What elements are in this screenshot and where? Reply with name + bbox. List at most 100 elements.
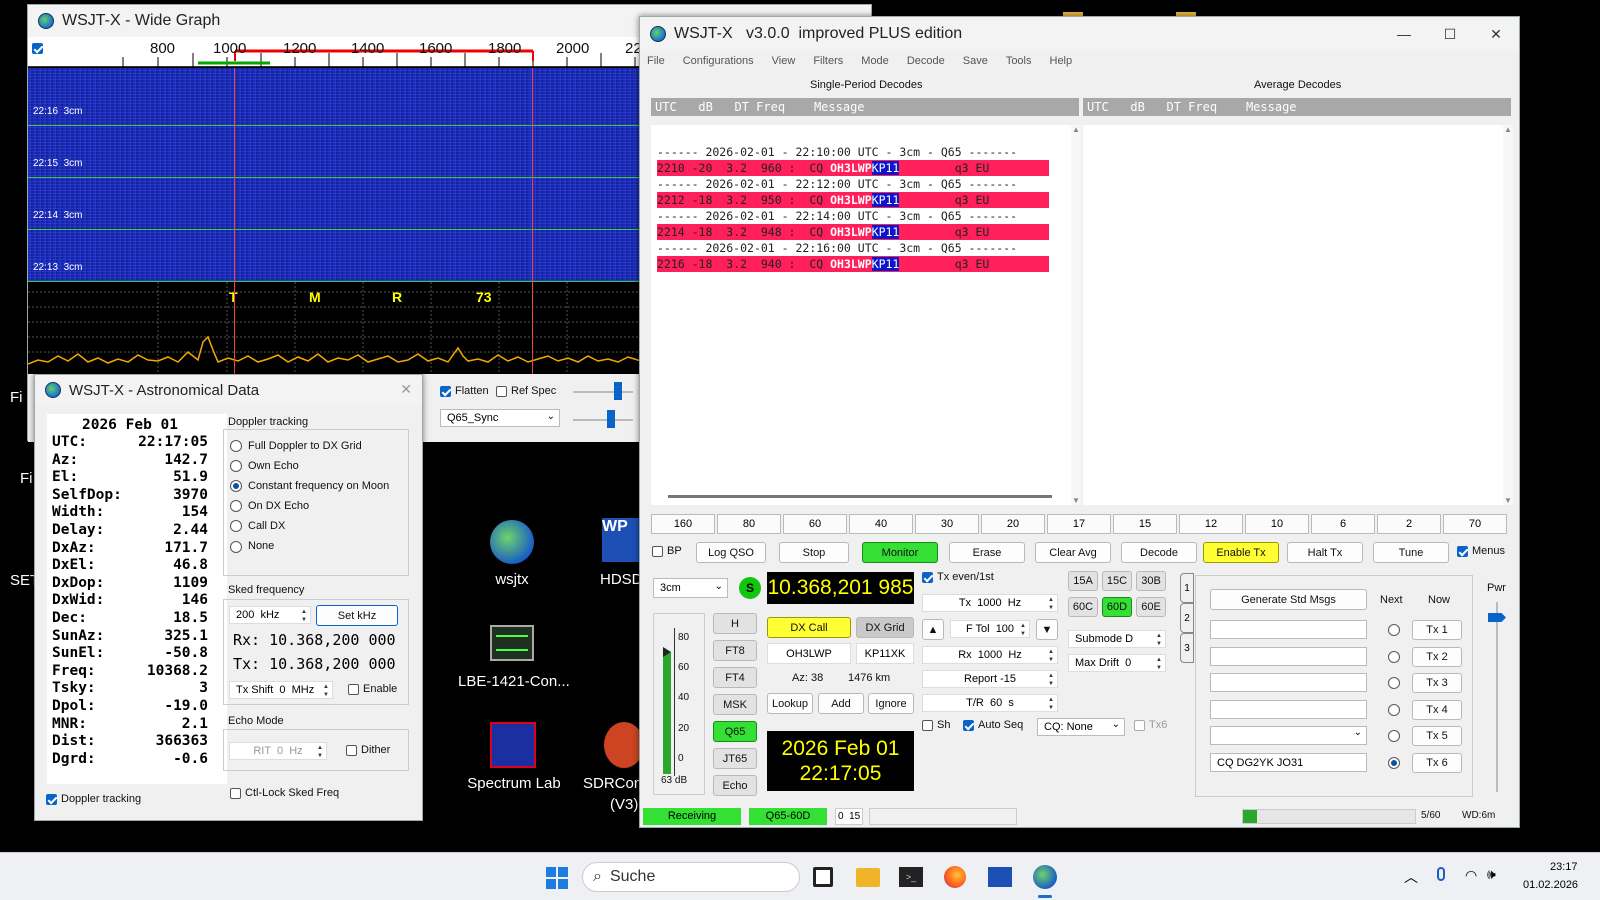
mode-echo-button[interactable]: Echo bbox=[713, 775, 757, 796]
sh-checkbox[interactable]: Sh bbox=[922, 719, 950, 731]
next-radio-1[interactable] bbox=[1388, 624, 1400, 636]
close-icon[interactable]: ✕ bbox=[400, 381, 412, 398]
dx-grid-button[interactable]: DX Grid bbox=[856, 617, 914, 638]
band-20-button[interactable]: 20 bbox=[981, 514, 1045, 534]
zero-slider-thumb[interactable] bbox=[607, 410, 615, 428]
doppler-option-on-dx-echo[interactable]: On DX Echo bbox=[230, 500, 408, 513]
lookup-button[interactable]: Lookup bbox=[767, 693, 813, 714]
mode-h-button[interactable]: H bbox=[713, 613, 757, 634]
single-period-scrollbar[interactable]: ▲ ▼ bbox=[1071, 125, 1081, 505]
submode-60c-button[interactable]: 60C bbox=[1068, 597, 1098, 617]
dither-checkbox[interactable]: Dither bbox=[346, 744, 390, 756]
next-radio-3[interactable] bbox=[1388, 677, 1400, 689]
refspec-checkbox[interactable]: Ref Spec bbox=[496, 385, 556, 397]
tx4-button[interactable]: Tx 4 bbox=[1412, 700, 1462, 720]
monitor-button[interactable]: Monitor bbox=[862, 542, 938, 563]
doppler-tracking-checkbox[interactable]: Doppler tracking bbox=[46, 793, 141, 805]
doppler-option-own-echo[interactable]: Own Echo bbox=[230, 460, 408, 473]
dx-call-button[interactable]: DX Call bbox=[767, 617, 851, 638]
tab-3[interactable]: 3 bbox=[1180, 633, 1194, 663]
doppler-option-none[interactable]: None bbox=[230, 540, 408, 553]
tr-period-field[interactable]: T/R 60 s ▲ ▼ bbox=[922, 694, 1058, 712]
tx-even-checkbox[interactable]: Tx even/1st bbox=[922, 571, 994, 583]
single-period-decodes[interactable]: ------ 2026-02-01 - 22:10:00 UTC - 3cm -… bbox=[651, 125, 1071, 505]
band-70-button[interactable]: 70 bbox=[1443, 514, 1507, 534]
maximize-button[interactable]: ☐ bbox=[1427, 17, 1473, 51]
add-button[interactable]: Add bbox=[818, 693, 864, 714]
sked-khz-field[interactable]: 200 kHz ▲ ▼ bbox=[229, 606, 311, 624]
max-drift-field[interactable]: Max Drift 0 ▲ ▼ bbox=[1068, 654, 1166, 672]
hdsd-desktop-icon[interactable]: WP bbox=[602, 518, 642, 562]
menu-decode[interactable]: Decode bbox=[907, 55, 945, 67]
flatten-checkbox[interactable]: Flatten bbox=[440, 385, 489, 397]
spectrum-panel[interactable]: T M R 73 bbox=[28, 282, 641, 374]
terminal-icon[interactable]: >_ bbox=[899, 867, 923, 887]
pwr-slider-thumb[interactable] bbox=[1488, 613, 1506, 622]
tx1-message-field[interactable] bbox=[1210, 620, 1367, 639]
band-17-button[interactable]: 17 bbox=[1047, 514, 1111, 534]
menu-file[interactable]: File bbox=[647, 55, 665, 67]
decode-row[interactable]: 2212 -18 3.2 950 : CQ OH3LWPKP11 q3 EU bbox=[657, 192, 1049, 208]
windows-start-icon[interactable] bbox=[546, 867, 568, 889]
ctl-lock-checkbox[interactable]: Ctl-Lock Sked Freq bbox=[230, 787, 339, 799]
menus-checkbox[interactable]: Menus bbox=[1457, 545, 1505, 557]
spectrum-lab-desktop-icon[interactable] bbox=[490, 722, 536, 768]
zero-slider[interactable] bbox=[573, 419, 633, 421]
menu-help[interactable]: Help bbox=[1050, 55, 1073, 67]
down-arrow-button[interactable]: ▼ bbox=[1036, 619, 1058, 640]
mode-ft4-button[interactable]: FT4 bbox=[713, 667, 757, 688]
band-10-button[interactable]: 10 bbox=[1245, 514, 1309, 534]
gain-slider-thumb[interactable] bbox=[614, 382, 622, 400]
minimize-button[interactable]: — bbox=[1381, 17, 1427, 51]
task-view-icon[interactable] bbox=[813, 867, 833, 887]
ignore-button[interactable]: Ignore bbox=[868, 693, 914, 714]
tx4-message-field[interactable] bbox=[1210, 700, 1367, 719]
rx-freq-field[interactable]: Rx 1000 Hz ▲ ▼ bbox=[922, 646, 1058, 664]
doppler-option-full[interactable]: Full Doppler to DX Grid bbox=[230, 440, 408, 453]
generate-std-msgs-button[interactable]: Generate Std Msgs bbox=[1210, 589, 1367, 610]
mode-jt65-button[interactable]: JT65 bbox=[713, 748, 757, 769]
band-2-button[interactable]: 2 bbox=[1377, 514, 1441, 534]
enable-tx-button[interactable]: Enable Tx bbox=[1203, 542, 1279, 563]
chevron-up-icon[interactable]: ︿ bbox=[1404, 867, 1418, 887]
clock-time[interactable]: 23:17 bbox=[1550, 861, 1578, 873]
firefox-icon[interactable] bbox=[944, 866, 966, 888]
tx6-button[interactable]: Tx 6 bbox=[1412, 753, 1462, 773]
band-6-button[interactable]: 6 bbox=[1311, 514, 1375, 534]
microphone-icon[interactable] bbox=[1437, 867, 1445, 881]
tx-shift-field[interactable]: Tx Shift 0 MHz ▲ ▼ bbox=[229, 681, 333, 699]
band-60-button[interactable]: 60 bbox=[783, 514, 847, 534]
wifi-icon[interactable]: ◠ bbox=[1465, 867, 1477, 884]
tab-1[interactable]: 1 bbox=[1180, 573, 1194, 603]
submode-field[interactable]: Submode D ▲ ▼ bbox=[1068, 630, 1166, 648]
taskbar-search[interactable]: ⌕ Suche bbox=[582, 862, 800, 892]
next-radio-4[interactable] bbox=[1388, 704, 1400, 716]
tx-freq-field[interactable]: Tx 1000 Hz ▲ ▼ bbox=[922, 594, 1058, 612]
sdrcon-desktop-icon[interactable] bbox=[604, 722, 644, 768]
mode-ft8-button[interactable]: FT8 bbox=[713, 640, 757, 661]
enable-checkbox[interactable]: Enable bbox=[348, 683, 397, 695]
set-khz-button[interactable]: Set kHz bbox=[316, 605, 398, 626]
bp-checkbox[interactable]: BP bbox=[652, 545, 682, 557]
menu-view[interactable]: View bbox=[772, 55, 796, 67]
band-160-button[interactable]: 160 bbox=[651, 514, 715, 534]
tx3-button[interactable]: Tx 3 bbox=[1412, 673, 1462, 693]
close-button[interactable]: ✕ bbox=[1473, 17, 1519, 51]
band-40-button[interactable]: 40 bbox=[849, 514, 913, 534]
dx-call-field[interactable]: OH3LWP bbox=[767, 643, 851, 664]
rit-field[interactable]: RIT 0 Hz ▲ ▼ bbox=[229, 742, 327, 760]
decode-row[interactable]: 2210 -20 3.2 960 : CQ OH3LWPKP11 q3 EU bbox=[657, 160, 1049, 176]
submode-15c-button[interactable]: 15C bbox=[1102, 571, 1132, 591]
tx2-button[interactable]: Tx 2 bbox=[1412, 647, 1462, 667]
single-period-hscroll[interactable] bbox=[668, 495, 1052, 498]
doppler-option-constant-moon[interactable]: Constant frequency on Moon bbox=[230, 480, 408, 493]
decode-button[interactable]: Decode bbox=[1121, 542, 1197, 563]
astro-titlebar[interactable]: WSJT-X - Astronomical Data ✕ bbox=[35, 375, 422, 405]
stop-button[interactable]: Stop bbox=[779, 542, 849, 563]
doppler-option-call-dx[interactable]: Call DX bbox=[230, 520, 408, 533]
erase-button[interactable]: Erase bbox=[949, 542, 1025, 563]
decode-row[interactable]: 2214 -18 3.2 948 : CQ OH3LWPKP11 q3 EU bbox=[657, 224, 1049, 240]
menu-save[interactable]: Save bbox=[963, 55, 988, 67]
average-decodes[interactable] bbox=[1083, 125, 1503, 505]
clear-avg-button[interactable]: Clear Avg bbox=[1035, 542, 1111, 563]
